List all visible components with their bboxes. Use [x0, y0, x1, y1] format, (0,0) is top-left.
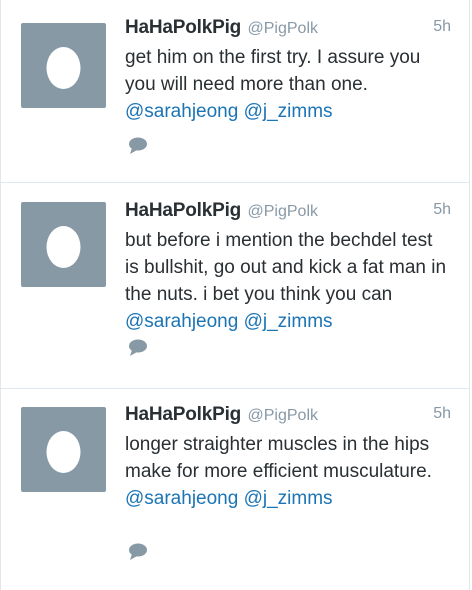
tweet-item[interactable]: HaHaPolkPig @PigPolk 5h get him on the f… — [1, 0, 469, 183]
author-handle[interactable]: @PigPolk — [248, 203, 319, 220]
tweet-text-body: longer straighter muscles in the hips ma… — [125, 434, 432, 482]
egg-avatar-icon[interactable] — [21, 23, 106, 108]
tweet-header: HaHaPolkPig @PigPolk 5h — [125, 17, 451, 45]
tweet-content: HaHaPolkPig @PigPolk 5h but before i men… — [125, 200, 451, 335]
tweet-text: longer straighter muscles in the hips ma… — [125, 431, 451, 512]
tweet-text: but before i mention the bechdel test is… — [125, 227, 451, 335]
tweet-timestamp[interactable]: 5h — [433, 405, 451, 423]
tweet-text: get him on the first try. I assure you y… — [125, 44, 451, 125]
tweet-text-body: but before i mention the bechdel test is… — [125, 230, 447, 305]
tweet-content: HaHaPolkPig @PigPolk 5h get him on the f… — [125, 17, 451, 125]
reply-icon[interactable] — [127, 338, 149, 358]
tweet-header: HaHaPolkPig @PigPolk 5h — [125, 404, 451, 432]
author-handle[interactable]: @PigPolk — [248, 20, 319, 37]
tweet-item[interactable]: HaHaPolkPig @PigPolk 5h longer straighte… — [1, 389, 469, 590]
mention-link[interactable]: @j_zimms — [244, 101, 333, 122]
egg-avatar-icon[interactable] — [21, 202, 106, 287]
mention-link[interactable]: @sarahjeong — [125, 311, 238, 332]
tweet-content: HaHaPolkPig @PigPolk 5h longer straighte… — [125, 404, 451, 512]
egg-avatar-icon[interactable] — [21, 407, 106, 492]
mention-link[interactable]: @sarahjeong — [125, 488, 238, 509]
tweet-timestamp[interactable]: 5h — [433, 18, 451, 36]
tweet-header: HaHaPolkPig @PigPolk 5h — [125, 200, 451, 228]
author-name[interactable]: HaHaPolkPig — [125, 17, 241, 38]
reply-icon[interactable] — [127, 542, 149, 562]
author-name[interactable]: HaHaPolkPig — [125, 404, 241, 425]
author-name[interactable]: HaHaPolkPig — [125, 200, 241, 221]
mention-link[interactable]: @j_zimms — [244, 488, 333, 509]
mention-link[interactable]: @j_zimms — [244, 311, 333, 332]
reply-icon[interactable] — [127, 136, 149, 156]
tweet-text-body: get him on the first try. I assure you y… — [125, 47, 421, 95]
author-handle[interactable]: @PigPolk — [248, 407, 319, 424]
tweet-timestamp[interactable]: 5h — [433, 201, 451, 219]
tweet-timeline: HaHaPolkPig @PigPolk 5h get him on the f… — [0, 0, 470, 590]
tweet-item[interactable]: HaHaPolkPig @PigPolk 5h but before i men… — [1, 183, 469, 389]
mention-link[interactable]: @sarahjeong — [125, 101, 238, 122]
